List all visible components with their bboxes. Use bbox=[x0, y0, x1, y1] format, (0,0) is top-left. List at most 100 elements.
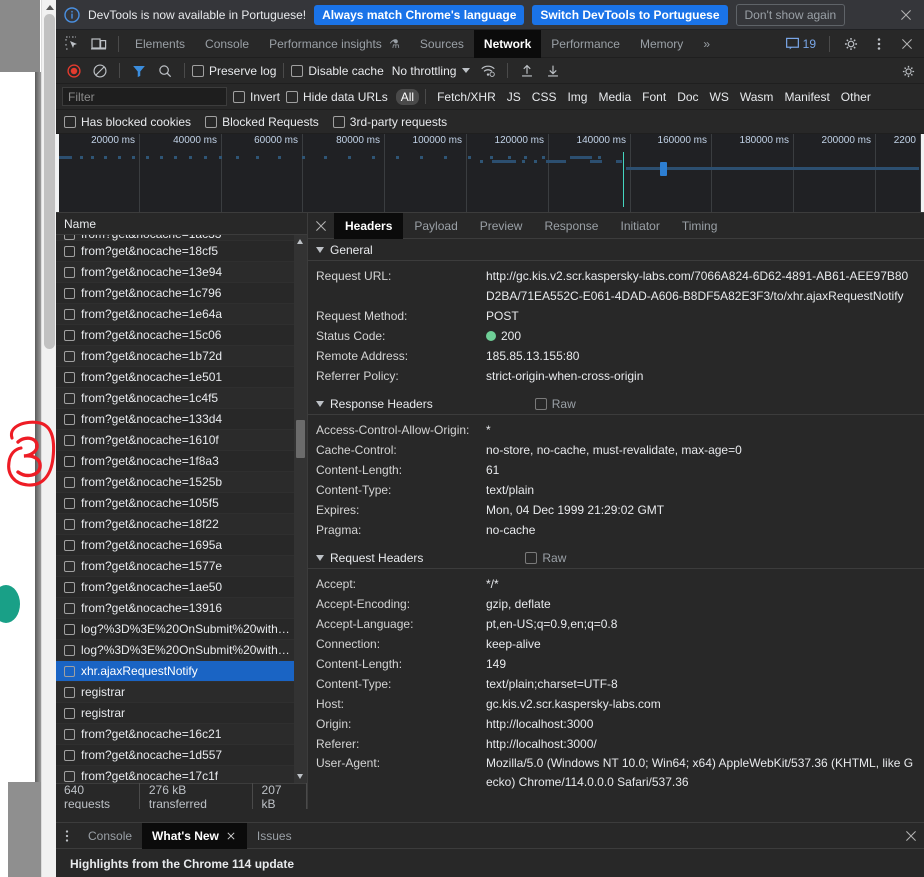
table-row[interactable]: from?get&nocache=13e94 bbox=[56, 261, 294, 282]
details-close-icon[interactable] bbox=[308, 213, 334, 239]
issues-counter[interactable]: 19 bbox=[781, 36, 821, 52]
scroll-down-arrow-icon[interactable] bbox=[297, 774, 303, 779]
page-scrollbar[interactable] bbox=[41, 0, 56, 877]
scrollbar-thumb[interactable] bbox=[296, 420, 305, 458]
table-row[interactable]: from?get&nocache=1577e bbox=[56, 555, 294, 576]
details-tab-response[interactable]: Response bbox=[533, 213, 609, 239]
search-icon[interactable] bbox=[153, 60, 177, 82]
row-checkbox[interactable] bbox=[64, 329, 75, 341]
row-checkbox[interactable] bbox=[64, 434, 75, 446]
more-tabs-button[interactable]: » bbox=[693, 30, 720, 58]
row-checkbox[interactable] bbox=[64, 686, 75, 698]
table-row[interactable]: from?get&nocache=105f5 bbox=[56, 492, 294, 513]
inspect-element-icon[interactable] bbox=[60, 32, 86, 56]
drawer-tab-console[interactable]: Console bbox=[78, 823, 142, 849]
details-tab-initiator[interactable]: Initiator bbox=[609, 213, 670, 239]
row-checkbox[interactable] bbox=[64, 266, 75, 278]
drawer-close-icon[interactable] bbox=[898, 823, 924, 849]
table-row[interactable]: from?get&nocache=1610f bbox=[56, 429, 294, 450]
section-header-request-headers[interactable]: Request Headers Raw bbox=[308, 547, 924, 569]
network-overview-timeline[interactable]: 20000 ms 40000 ms 60000 ms 80000 ms 1000… bbox=[56, 134, 924, 213]
row-checkbox[interactable] bbox=[64, 308, 75, 320]
table-row[interactable]: registrar bbox=[56, 681, 294, 702]
hide-data-urls-checkbox[interactable]: Hide data URLs bbox=[286, 90, 388, 104]
scrollbar-thumb[interactable] bbox=[44, 14, 55, 349]
device-toolbar-icon[interactable] bbox=[86, 32, 112, 56]
scroll-up-arrow-icon[interactable] bbox=[297, 239, 303, 244]
table-row[interactable]: from?get&nocache=1d557 bbox=[56, 744, 294, 765]
network-settings-gear-icon[interactable] bbox=[896, 60, 920, 82]
download-har-icon[interactable] bbox=[541, 60, 565, 82]
blocked-requests-checkbox[interactable]: Blocked Requests bbox=[205, 115, 319, 129]
table-row[interactable]: log?%3D%3E%20OnSubmit%20with%… bbox=[56, 639, 294, 660]
filter-type-css[interactable]: CSS bbox=[527, 89, 562, 105]
tab-elements[interactable]: Elements bbox=[125, 30, 195, 58]
row-checkbox[interactable] bbox=[64, 371, 75, 383]
clear-network-icon[interactable] bbox=[88, 60, 112, 82]
table-row[interactable]: from?get&nocache=1f8a3 bbox=[56, 450, 294, 471]
third-party-requests-checkbox[interactable]: 3rd-party requests bbox=[332, 115, 447, 129]
table-row[interactable]: from?get&nocache=18f22 bbox=[56, 513, 294, 534]
table-row[interactable]: from?get&nocache=1e501 bbox=[56, 366, 294, 387]
row-checkbox[interactable] bbox=[64, 392, 75, 404]
request-list-scrollbar[interactable] bbox=[294, 235, 307, 783]
row-checkbox[interactable] bbox=[64, 644, 75, 656]
vertical-dots-icon[interactable] bbox=[866, 32, 892, 56]
row-checkbox[interactable] bbox=[64, 497, 75, 509]
table-row[interactable]: registrar bbox=[56, 702, 294, 723]
section-header-general[interactable]: General bbox=[308, 239, 924, 261]
row-checkbox[interactable] bbox=[64, 665, 75, 677]
table-row[interactable]: from?get&nocache=1525b bbox=[56, 471, 294, 492]
filter-type-js[interactable]: JS bbox=[502, 89, 526, 105]
always-match-language-button[interactable]: Always match Chrome's language bbox=[314, 4, 525, 25]
row-checkbox[interactable] bbox=[64, 455, 75, 467]
table-row[interactable]: from?get&nocache=1695a bbox=[56, 534, 294, 555]
drawer-tab-whats-new[interactable]: What's New bbox=[142, 822, 247, 849]
table-row[interactable]: from?get&nocache=18cf5 bbox=[56, 240, 294, 261]
row-checkbox[interactable] bbox=[64, 749, 75, 761]
row-checkbox[interactable] bbox=[64, 707, 75, 719]
hide-data-urls-box[interactable] bbox=[286, 90, 299, 103]
filter-type-ws[interactable]: WS bbox=[705, 89, 734, 105]
filter-type-fetch-xhr[interactable]: Fetch/XHR bbox=[432, 89, 501, 105]
row-checkbox[interactable] bbox=[64, 476, 75, 488]
table-row[interactable]: log?%3D%3E%20OnSubmit%20with%… bbox=[56, 618, 294, 639]
row-checkbox[interactable] bbox=[64, 623, 75, 635]
tab-performance[interactable]: Performance bbox=[541, 30, 630, 58]
drawer-tab-close-icon[interactable] bbox=[225, 830, 237, 842]
has-blocked-cookies-box[interactable] bbox=[64, 115, 76, 128]
section-header-response-headers[interactable]: Response Headers Raw bbox=[308, 393, 924, 415]
row-checkbox[interactable] bbox=[64, 602, 75, 614]
request-raw-toggle[interactable]: Raw bbox=[525, 551, 566, 565]
invert-box[interactable] bbox=[233, 90, 245, 103]
response-raw-box[interactable] bbox=[534, 397, 547, 410]
filter-type-other[interactable]: Other bbox=[836, 89, 876, 105]
invert-checkbox[interactable]: Invert bbox=[233, 90, 280, 104]
third-party-requests-box[interactable] bbox=[332, 115, 345, 128]
row-checkbox[interactable] bbox=[64, 581, 75, 593]
devtools-close-icon[interactable] bbox=[894, 32, 920, 56]
scrollbar-up-arrow-icon[interactable] bbox=[46, 5, 54, 10]
table-row[interactable]: from?get&nocache=16c21 bbox=[56, 723, 294, 744]
table-row[interactable]: from?get&nocache=1c4f5 bbox=[56, 387, 294, 408]
tab-sources[interactable]: Sources bbox=[410, 30, 474, 58]
details-tab-headers[interactable]: Headers bbox=[334, 213, 404, 239]
filter-type-manifest[interactable]: Manifest bbox=[779, 89, 834, 105]
table-row-selected[interactable]: xhr.ajaxRequestNotify bbox=[56, 660, 294, 681]
tab-performance-insights[interactable]: Performance insights ⚗ bbox=[259, 30, 410, 58]
row-checkbox[interactable] bbox=[64, 770, 75, 782]
row-checkbox[interactable] bbox=[64, 413, 75, 425]
response-raw-toggle[interactable]: Raw bbox=[534, 397, 576, 411]
filter-type-img[interactable]: Img bbox=[562, 89, 592, 105]
tab-console[interactable]: Console bbox=[195, 30, 259, 58]
filter-type-doc[interactable]: Doc bbox=[672, 89, 703, 105]
gear-icon[interactable] bbox=[838, 32, 864, 56]
disable-cache-checkbox[interactable]: Disable cache bbox=[291, 64, 384, 78]
tab-memory[interactable]: Memory bbox=[630, 30, 693, 58]
wifi-settings-icon[interactable] bbox=[476, 60, 500, 82]
table-row[interactable]: from?get&nocache=1ae50 bbox=[56, 576, 294, 597]
table-row[interactable]: from?get&nocache=1b72d bbox=[56, 345, 294, 366]
filter-input[interactable] bbox=[62, 87, 227, 106]
preserve-log-box[interactable] bbox=[192, 64, 204, 77]
tab-network[interactable]: Network bbox=[473, 29, 542, 58]
